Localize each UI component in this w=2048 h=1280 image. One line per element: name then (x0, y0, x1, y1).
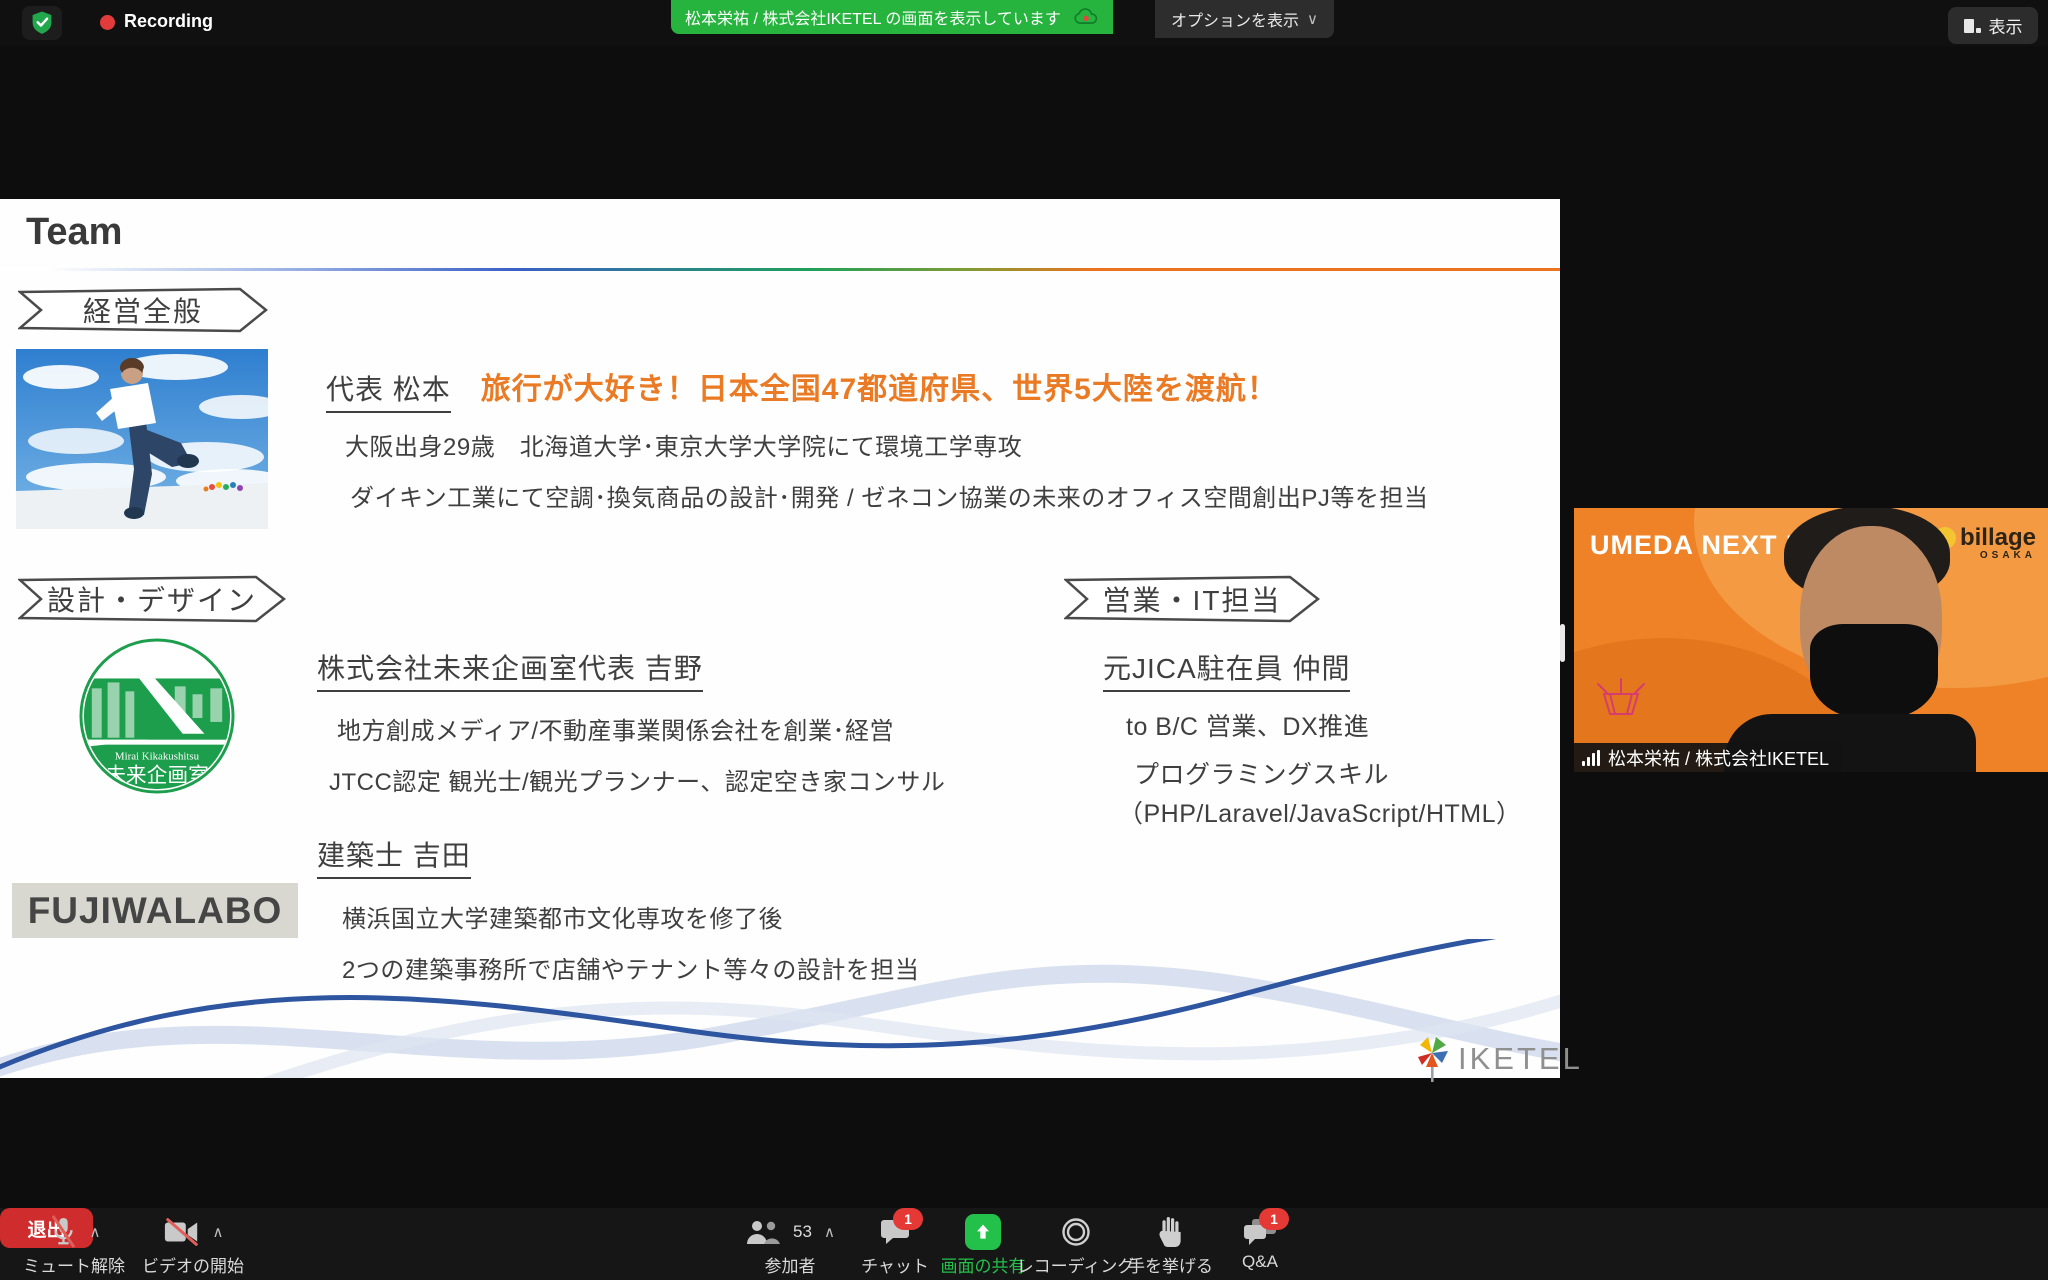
chevron-up-icon[interactable]: ∧ (824, 1223, 835, 1241)
signal-strength-icon (1582, 750, 1600, 766)
participants-icon (745, 1218, 781, 1246)
crown-icon (1592, 676, 1650, 722)
slide-title: Team (26, 211, 122, 254)
screen-share-banner-text: 松本栄祐 / 株式会社IKETEL の画面を表示しています (685, 5, 1061, 29)
qa-button[interactable]: 1 Q&A (1205, 1214, 1315, 1272)
design-line1: 地方創成メディア/不動産事業関係会社を創業･経営 (337, 711, 894, 746)
participants-label: 参加者 (765, 1252, 816, 1277)
badge-sales-it-label: 営業・IT担当 (1103, 579, 1282, 619)
design-line2: JTCC認定 観光士/観光プランナー、認定空き家コンサル (329, 762, 945, 797)
show-options-label: オプションを表示 (1171, 7, 1299, 31)
cloud-recording-icon (1073, 7, 1099, 27)
panel-resize-handle[interactable] (1560, 624, 1565, 662)
billage-osaka-sub: OSAKA (1980, 550, 2036, 561)
chevron-up-icon[interactable]: ∧ (90, 1223, 101, 1241)
sales-line3: （PHP/Laravel/JavaScript/HTML） (1118, 794, 1522, 830)
security-button[interactable] (22, 6, 62, 40)
meeting-toolbar: ∧ ミュート解除 ∧ ビデオの開始 (0, 1208, 2048, 1280)
management-heading-row: 代表 松本 旅行が大好き！日本全国47都道府県、世界5大陸を渡航！ (326, 364, 1278, 413)
share-screen-icon (965, 1214, 1001, 1250)
chevron-down-icon: ∨ (1307, 10, 1318, 28)
iketel-brand-text: IKETEL (1458, 1041, 1583, 1077)
uyuni-photo (16, 349, 268, 529)
camera-off-icon (163, 1217, 201, 1247)
badge-design: 設計・デザイン (18, 575, 286, 623)
top-bar: Recording 松本栄祐 / 株式会社IKETEL の画面を表示しています … (0, 0, 2048, 46)
zoom-meeting-window: Recording 松本栄祐 / 株式会社IKETEL の画面を表示しています … (0, 0, 2048, 1280)
participant-name-tag: 松本栄祐 / 株式会社IKETEL (1574, 743, 1841, 772)
view-layout-icon (1964, 19, 1981, 33)
sales-line2: プログラミングスキル (1134, 755, 1389, 791)
recording-dot-icon (100, 15, 115, 30)
management-heading: 代表 松本 (326, 368, 451, 413)
chevron-up-icon[interactable]: ∧ (213, 1223, 224, 1241)
sales-heading: 元JICA駐在員 仲間 (1103, 647, 1350, 692)
raise-hand-label: 手を挙げる (1128, 1252, 1213, 1277)
participant-name: 松本栄祐 / 株式会社IKETEL (1608, 745, 1829, 771)
microphone-muted-icon (48, 1215, 78, 1249)
badge-sales-it: 営業・IT担当 (1064, 575, 1320, 623)
start-video-button[interactable]: ∧ ビデオの開始 (128, 1214, 258, 1277)
sales-line1: to B/C 営業、DX推進 (1126, 707, 1369, 743)
iketel-brand: IKETEL (1412, 1035, 1583, 1083)
view-button-label: 表示 (1989, 13, 2023, 38)
design-line3: 横浜国立大学建築都市文化専攻を修了後 (342, 899, 783, 934)
participants-button[interactable]: 53 ∧ 参加者 (725, 1214, 855, 1277)
mirai-kikakushitsu-logo: Mirai Kikakushitsu 未来企画室 (78, 637, 236, 795)
badge-design-label: 設計・デザイン (47, 579, 257, 619)
badge-management: 経営全般 (18, 287, 268, 333)
qa-label: Q&A (1242, 1252, 1278, 1272)
design-heading2: 建築士 吉田 (317, 834, 471, 879)
wave-decoration (0, 939, 1560, 1078)
participants-count: 53 (793, 1222, 812, 1242)
screen-share-banner: 松本栄祐 / 株式会社IKETEL の画面を表示しています (671, 0, 1113, 34)
management-line1: 大阪出身29歳 北海道大学･東京大学大学院にて環境工学専攻 (345, 427, 1022, 462)
start-video-label: ビデオの開始 (142, 1252, 244, 1277)
shield-check-icon (30, 10, 54, 36)
logo-text-en: Mirai Kikakushitsu (115, 750, 200, 762)
record-icon (1060, 1216, 1092, 1248)
design-heading1: 株式会社未来企画室代表 吉野 (317, 647, 703, 692)
unmute-button[interactable]: ∧ ミュート解除 (14, 1214, 134, 1277)
management-highlight: 旅行が大好き！日本全国47都道府県、世界5大陸を渡航！ (481, 364, 1278, 408)
recording-label: Recording (124, 11, 213, 32)
fujiwalabo-logo: FUJIWALABO (12, 883, 298, 938)
qa-badge: 1 (1259, 1208, 1289, 1230)
unmute-label: ミュート解除 (23, 1252, 125, 1277)
raised-hand-icon (1158, 1217, 1184, 1247)
management-line2: ダイキン工業にて空調･換気商品の設計･開発 / ゼネコン協業の未来のオフィス空間… (350, 478, 1428, 513)
title-gradient-rule (0, 268, 1560, 271)
pinwheel-icon (1412, 1035, 1452, 1083)
show-options-button[interactable]: オプションを表示 ∨ (1155, 0, 1334, 38)
shared-screen-slide: Team 経営全般 (0, 199, 1560, 1078)
participant-video-tile[interactable]: UMEDA NEXT DO billage OSAKA 松本栄祐 / 株式会社I… (1574, 508, 2048, 772)
face-mask (1810, 624, 1938, 720)
billage-wordmark: billage (1960, 524, 2036, 552)
view-button[interactable]: 表示 (1948, 7, 2038, 44)
badge-management-label: 経営全般 (83, 290, 203, 330)
